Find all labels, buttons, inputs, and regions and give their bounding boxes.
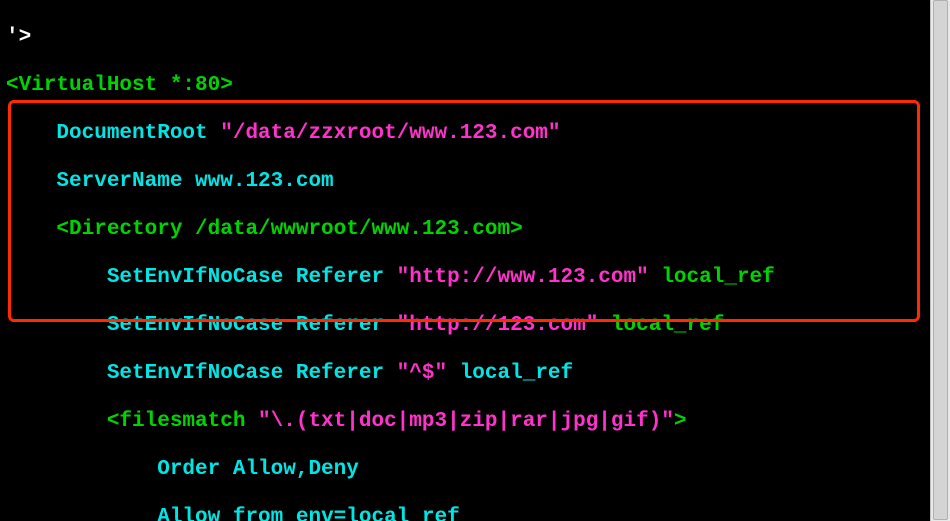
code-line: SetEnvIfNoCase Referer "^$" local_ref [6, 362, 950, 386]
code-editor[interactable]: '> <VirtualHost *:80> DocumentRoot "/dat… [0, 0, 950, 521]
directive: SetEnvIfNoCase Referer [6, 266, 397, 289]
directive: DocumentRoot [6, 122, 220, 145]
string: "/data/zzxroot/www.123.com" [220, 122, 560, 145]
scrollbar-thumb[interactable] [933, 0, 948, 520]
string: "http://123.com" [397, 314, 599, 337]
tag-open: <VirtualHost *:80> [6, 74, 233, 97]
tag-close-bracket: > [674, 410, 687, 433]
code-line: Allow from env=local_ref [6, 506, 950, 521]
string: "\.(txt|doc|mp3|zip|rar|jpg|gif)" [258, 410, 674, 433]
directive: Allow from [6, 506, 296, 521]
code-line: <VirtualHost *:80> [6, 74, 950, 98]
string: "^$" [397, 362, 447, 385]
arg: env=local_ref [296, 506, 460, 521]
code-line: DocumentRoot "/data/zzxroot/www.123.com" [6, 122, 950, 146]
directive: ServerName [6, 170, 195, 193]
flag: local_ref [661, 266, 774, 289]
code-line: <filesmatch "\.(txt|doc|mp3|zip|rar|jpg|… [6, 410, 950, 434]
directive: SetEnvIfNoCase Referer [6, 362, 397, 385]
tag-open: <Directory /data/wwwroot/www.123.com> [6, 218, 523, 241]
flag: local_ref [460, 362, 573, 385]
flag: local_ref [611, 314, 724, 337]
tag-open: <filesmatch [6, 410, 258, 433]
directive: SetEnvIfNoCase Referer [6, 314, 397, 337]
directive: Order [6, 458, 233, 481]
txt: '> [6, 26, 31, 49]
code-line: Order Allow,Deny [6, 458, 950, 482]
vertical-scrollbar[interactable] [930, 0, 950, 521]
code-line: SetEnvIfNoCase Referer "http://123.com" … [6, 314, 950, 338]
code-line: '> [6, 26, 950, 50]
string: "http://www.123.com" [397, 266, 649, 289]
code-line: SetEnvIfNoCase Referer "http://www.123.c… [6, 266, 950, 290]
code-line: ServerName www.123.com [6, 170, 950, 194]
code-line: <Directory /data/wwwroot/www.123.com> [6, 218, 950, 242]
value: www.123.com [195, 170, 334, 193]
arg: Allow,Deny [233, 458, 359, 481]
